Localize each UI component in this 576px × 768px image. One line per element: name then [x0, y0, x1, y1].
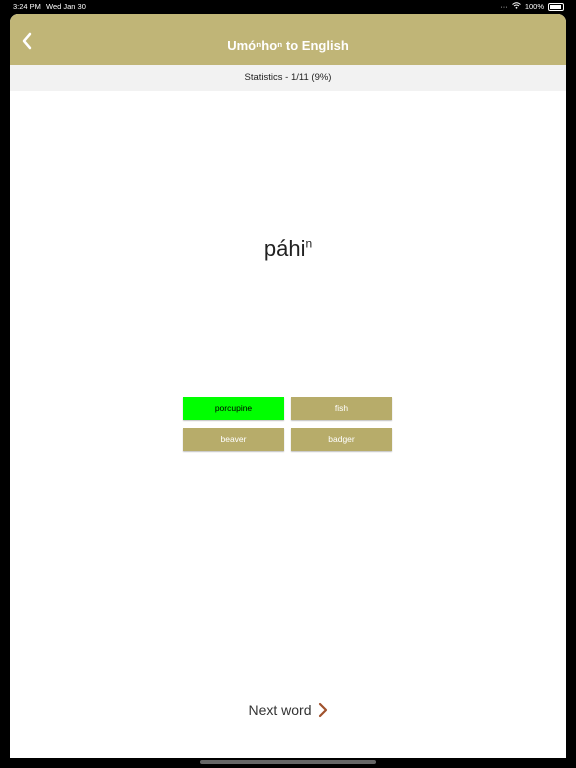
next-word-label: Next word: [248, 702, 312, 718]
next-word-button[interactable]: Next word: [10, 702, 566, 718]
nav-bar: Umóⁿhoⁿ to English: [10, 14, 566, 65]
statistics-bar: Statistics - 1/11 (9%): [10, 65, 566, 91]
title-language: Umóⁿhoⁿ: [227, 38, 283, 53]
battery-percent: 100%: [524, 2, 544, 11]
wifi-icon: [511, 2, 521, 11]
app-screen: Umóⁿhoⁿ to English Statistics - 1/11 (9%…: [10, 14, 566, 758]
status-bar: 3:24 PM Wed Jan 30 ··· 100%: [0, 0, 576, 14]
quiz-word-superscript: n: [305, 236, 313, 251]
quiz-word: páhin: [10, 236, 566, 262]
status-date: Wed Jan 30: [46, 2, 86, 11]
home-indicator[interactable]: [200, 760, 376, 764]
chevron-right-icon: [318, 702, 327, 718]
page-title: Umóⁿhoⁿ to English: [10, 38, 566, 53]
answer-button-2[interactable]: fish: [291, 397, 392, 420]
answer-button-1[interactable]: porcupine: [183, 397, 284, 420]
answer-button-3[interactable]: beaver: [183, 428, 284, 451]
title-direction: to English: [282, 38, 349, 53]
status-right: ··· 100%: [500, 2, 564, 11]
signal-icon: ···: [500, 2, 508, 11]
quiz-word-base: páhi: [263, 236, 306, 261]
answer-button-4[interactable]: badger: [291, 428, 392, 451]
battery-icon: [548, 2, 564, 11]
status-time: 3:24 PM: [13, 2, 41, 11]
